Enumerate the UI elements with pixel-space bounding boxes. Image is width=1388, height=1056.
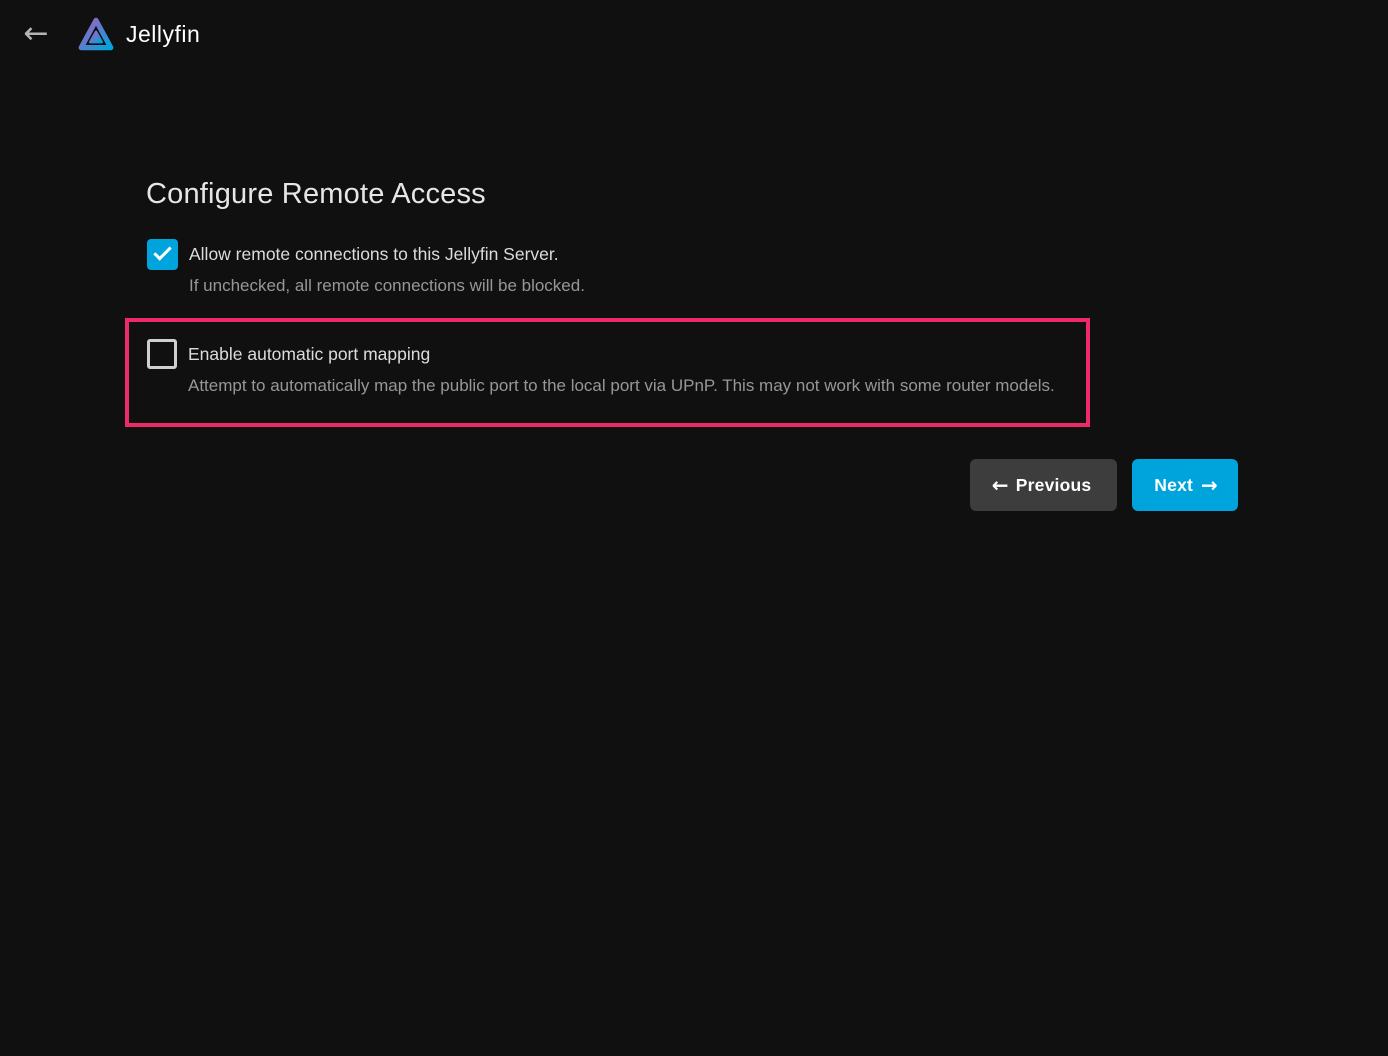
jellyfin-logo-icon bbox=[76, 12, 116, 56]
back-button[interactable]: ← bbox=[18, 16, 54, 52]
wizard-button-row: ← Previous Next → bbox=[146, 459, 1242, 511]
previous-button[interactable]: ← Previous bbox=[970, 459, 1118, 511]
port-mapping-checkbox[interactable] bbox=[147, 339, 177, 369]
remote-connections-option: Allow remote connections to this Jellyfi… bbox=[147, 239, 1242, 297]
page-title: Configure Remote Access bbox=[146, 178, 1242, 211]
remote-connections-label[interactable]: Allow remote connections to this Jellyfi… bbox=[189, 239, 585, 270]
app-name: Jellyfin bbox=[126, 21, 200, 48]
app-header: ← Jellyfin bbox=[0, 0, 1388, 68]
arrow-left-icon: ← bbox=[23, 19, 48, 49]
arrow-left-icon: ← bbox=[992, 475, 1009, 495]
port-mapping-label[interactable]: Enable automatic port mapping bbox=[188, 339, 1055, 370]
port-mapping-option: Enable automatic port mapping Attempt to… bbox=[147, 339, 1066, 397]
annotation-highlight-box: Enable automatic port mapping Attempt to… bbox=[125, 318, 1090, 427]
next-button-label: Next bbox=[1154, 475, 1193, 496]
port-mapping-description: Attempt to automatically map the public … bbox=[188, 375, 1055, 397]
check-icon bbox=[153, 242, 171, 260]
previous-button-label: Previous bbox=[1016, 475, 1092, 496]
next-button[interactable]: Next → bbox=[1132, 459, 1238, 511]
remote-connections-checkbox[interactable] bbox=[147, 239, 178, 270]
arrow-right-icon: → bbox=[1201, 475, 1218, 495]
port-mapping-text: Enable automatic port mapping Attempt to… bbox=[188, 339, 1055, 397]
remote-connections-text: Allow remote connections to this Jellyfi… bbox=[189, 239, 585, 297]
wizard-content: Configure Remote Access Allow remote con… bbox=[146, 178, 1242, 511]
remote-connections-description: If unchecked, all remote connections wil… bbox=[189, 275, 585, 297]
app-logo: Jellyfin bbox=[76, 12, 200, 56]
